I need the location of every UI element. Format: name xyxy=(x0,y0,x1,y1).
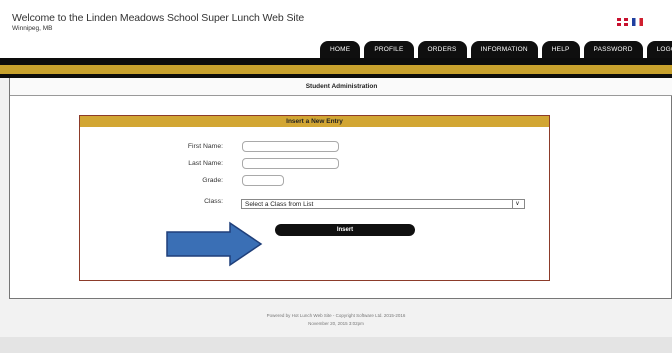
first-name-field[interactable] xyxy=(242,141,339,152)
class-label: Class: xyxy=(204,198,223,205)
tab-logout[interactable]: LOGOUT xyxy=(646,41,672,58)
blue-arrow-icon xyxy=(166,221,263,267)
footer-date: November 20, 2015 3:02pm xyxy=(308,321,364,326)
french-flag-icon[interactable] xyxy=(632,18,643,26)
main-panel: Student Administration Insert a New Entr… xyxy=(9,78,672,299)
tab-help[interactable]: HELP xyxy=(541,41,580,58)
class-select-value: Select a Class from List xyxy=(245,201,314,208)
insert-button[interactable]: Insert xyxy=(275,224,415,236)
class-select[interactable]: Select a Class from List ∨ xyxy=(241,199,525,209)
grade-field[interactable] xyxy=(242,175,284,186)
tab-orders[interactable]: ORDERS xyxy=(417,41,467,58)
site-title: Welcome to the Linden Meadows School Sup… xyxy=(12,12,305,24)
last-name-field[interactable] xyxy=(242,158,339,169)
tab-profile[interactable]: PROFILE xyxy=(364,41,414,58)
footer: Powered by Hot Lunch Web Site - Copyrigh… xyxy=(0,312,672,328)
insert-entry-form: Insert a New Entry First Name: Last Name… xyxy=(79,115,550,281)
form-title: Insert a New Entry xyxy=(80,116,549,127)
chevron-down-icon[interactable]: ∨ xyxy=(512,200,522,208)
page-title: Student Administration xyxy=(10,78,672,96)
first-name-label: First Name: xyxy=(187,143,223,150)
tab-information[interactable]: INFORMATION xyxy=(470,41,538,58)
last-name-label: Last Name: xyxy=(188,160,223,167)
footer-copyright: Powered by Hot Lunch Web Site - Copyrigh… xyxy=(266,313,406,318)
footer-strip xyxy=(0,337,672,353)
grade-label: Grade: xyxy=(202,177,223,184)
english-flag-icon[interactable] xyxy=(617,18,628,26)
tab-home[interactable]: HOME xyxy=(320,41,361,58)
header-bar-black xyxy=(0,58,672,65)
tab-password[interactable]: PASSWORD xyxy=(583,41,643,58)
header: Welcome to the Linden Meadows School Sup… xyxy=(0,0,672,58)
header-bar-gold xyxy=(0,65,672,74)
nav-tabs: HOME PROFILE ORDERS INFORMATION HELP PAS… xyxy=(320,37,672,58)
language-flags xyxy=(617,18,643,26)
site-city: Winnipeg, MB xyxy=(12,25,53,32)
